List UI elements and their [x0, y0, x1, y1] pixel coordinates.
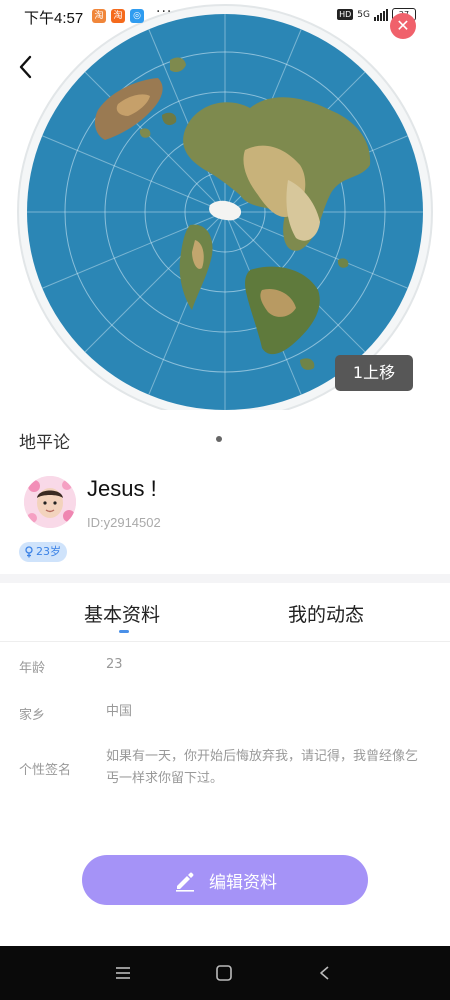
age-value: 23: [106, 657, 123, 672]
status-bar: 下午4:57 淘 淘 ◎ ··· HD 5G 27: [0, 0, 450, 32]
move-up-button[interactable]: 1上移: [335, 355, 413, 391]
chevron-left-icon: [19, 55, 32, 79]
tab-underline: [0, 641, 450, 642]
edit-profile-label: 编辑资料: [209, 872, 277, 893]
edit-profile-button[interactable]: 编辑资料: [82, 855, 368, 905]
avatar[interactable]: [24, 476, 76, 528]
hd-badge: HD: [337, 9, 354, 20]
menu-icon: [116, 967, 130, 979]
active-tab-indicator: [119, 630, 129, 633]
hometown-label: 家乡: [19, 708, 46, 723]
menu-button[interactable]: [113, 963, 133, 983]
pager-dot: [216, 436, 222, 442]
age-badge: 23岁: [19, 542, 67, 562]
map-image-area: [0, 0, 450, 410]
signature-value: 如果有一天，你开始后悔放弃我，请记得，我曾经像乞丐一样求你留下过。: [106, 749, 419, 786]
tab-basic-info[interactable]: 基本资料: [84, 600, 160, 627]
home-square-icon: [216, 965, 232, 981]
app-blue-icon: ◎: [130, 9, 144, 23]
hometown-value: 中国: [106, 704, 133, 719]
back-triangle-icon: [320, 966, 329, 980]
taobao-orange-icon: 淘: [92, 9, 106, 23]
back-button[interactable]: [14, 50, 40, 84]
signal-icon: [374, 8, 388, 21]
section-divider: [0, 574, 450, 583]
user-name: Jesus !: [87, 476, 157, 501]
close-button[interactable]: ✕: [390, 13, 416, 39]
nav-back-button[interactable]: [315, 963, 335, 983]
close-icon: ✕: [396, 16, 410, 35]
taobao-icon: 淘: [111, 9, 125, 23]
signature-label: 个性签名: [19, 763, 72, 778]
flat-earth-map-image: [17, 4, 433, 410]
age-label: 年龄: [19, 661, 46, 676]
age-badge-label: 23岁: [36, 545, 61, 558]
more-notifications-icon: ···: [156, 4, 173, 20]
female-symbol-icon: [25, 546, 33, 558]
network-type: 5G: [357, 9, 370, 20]
status-time: 下午4:57: [24, 10, 84, 27]
pencil-icon: [176, 872, 194, 892]
avatar-image: [24, 476, 76, 528]
tab-my-posts[interactable]: 我的动态: [288, 600, 364, 627]
user-id: ID:y2914502: [87, 515, 161, 530]
home-button[interactable]: [214, 963, 234, 983]
system-nav-bar: [0, 946, 450, 1000]
photo-caption: 地平论: [19, 433, 70, 453]
